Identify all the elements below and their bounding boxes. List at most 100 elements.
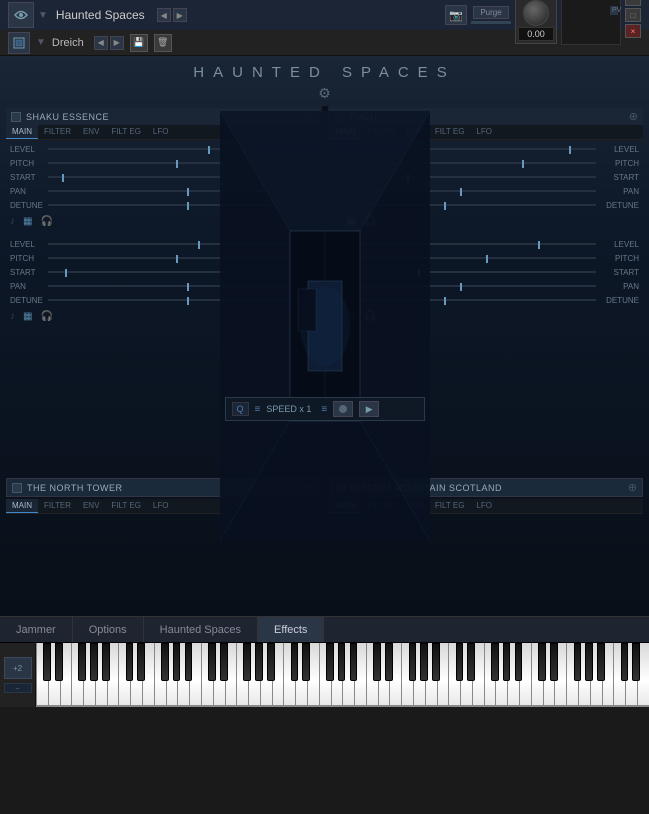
white-key[interactable] [319, 643, 331, 707]
white-key[interactable] [613, 643, 625, 707]
north-tower-tab-env[interactable]: ENV [77, 499, 105, 513]
white-key[interactable] [366, 643, 378, 707]
shaku-link[interactable]: ⊕ [305, 110, 314, 123]
ll-level-track[interactable] [48, 243, 316, 245]
fugu-tab-filteg[interactable]: FILT EG [429, 125, 471, 139]
white-key[interactable] [71, 643, 83, 707]
transport-q[interactable]: Q [232, 402, 249, 416]
white-key[interactable] [602, 643, 614, 707]
shaku-grid-icon[interactable]: ▦ [23, 216, 32, 227]
shaku-tab-main[interactable]: MAIN [6, 125, 38, 139]
logo[interactable] [8, 2, 34, 28]
lr-start-track[interactable] [334, 271, 597, 273]
white-key[interactable] [519, 643, 531, 707]
white-key[interactable] [154, 643, 166, 707]
inst-next[interactable]: ▶ [110, 36, 124, 50]
shaku-tab-filter[interactable]: FILTER [38, 125, 77, 139]
white-key[interactable] [166, 643, 178, 707]
fugu-tab-main[interactable]: MAIN [330, 125, 362, 139]
fugu-note-icon[interactable]: ♪ [334, 216, 339, 227]
white-key[interactable] [507, 643, 519, 707]
white-key[interactable] [36, 643, 48, 707]
lr-note-icon[interactable]: ♪ [334, 311, 339, 322]
white-key[interactable] [554, 643, 566, 707]
white-key[interactable] [566, 643, 578, 707]
inst-prev[interactable]: ◀ [94, 36, 108, 50]
distant-link[interactable]: ⊕ [628, 481, 637, 494]
ll-headphone-icon[interactable]: 🎧 [40, 311, 52, 322]
shaku-tab-lfo[interactable]: LFO [147, 125, 175, 139]
white-key[interactable] [83, 643, 95, 707]
distant-tab-env[interactable]: ENV [400, 499, 428, 513]
lr-grid-icon[interactable]: ▦ [347, 311, 356, 322]
ll-detune-track[interactable] [48, 299, 316, 301]
fugu-level-track[interactable] [334, 148, 597, 150]
tune-knob[interactable] [523, 0, 549, 26]
shaku-level-track[interactable] [48, 148, 316, 150]
tab-jammer[interactable]: Jammer [0, 617, 73, 642]
north-tower-tab-lfo[interactable]: LFO [147, 499, 175, 513]
white-key[interactable] [283, 643, 295, 707]
fugu-tab-filter[interactable]: FILTER [362, 125, 401, 139]
white-key[interactable] [413, 643, 425, 707]
tab-options[interactable]: Options [73, 617, 144, 642]
transport-rewind[interactable]: ≡ [321, 404, 327, 415]
white-key[interactable] [142, 643, 154, 707]
purge-btn[interactable]: Purge [473, 6, 508, 19]
lr-headphone-icon[interactable]: 🎧 [364, 311, 376, 322]
ll-grid-icon[interactable]: ▦ [23, 311, 32, 322]
white-key[interactable] [448, 643, 460, 707]
white-key[interactable] [543, 643, 555, 707]
transport-play[interactable]: ▶ [359, 401, 379, 417]
tab-effects[interactable]: Effects [258, 617, 324, 642]
fugu-pan-track[interactable] [334, 190, 597, 192]
shaku-headphone-icon[interactable]: 🎧 [40, 216, 52, 227]
shaku-start-track[interactable] [48, 176, 316, 178]
shaku-detune-track[interactable] [48, 204, 316, 206]
white-key[interactable] [107, 643, 119, 707]
white-key[interactable] [48, 643, 60, 707]
shaku-tab-env[interactable]: ENV [77, 125, 105, 139]
lr-pan-track[interactable] [334, 285, 597, 287]
white-key[interactable] [590, 643, 602, 707]
north-tower-checkbox[interactable] [12, 483, 22, 493]
fugu-tab-lfo[interactable]: LFO [470, 125, 498, 139]
white-key[interactable] [437, 643, 449, 707]
fugu-tab-env[interactable]: ENV [400, 125, 428, 139]
white-key[interactable] [484, 643, 496, 707]
shaku-note-icon[interactable]: ♪ [10, 216, 15, 227]
white-key[interactable] [401, 643, 413, 707]
next-arrow[interactable]: ▶ [173, 8, 187, 22]
white-key[interactable] [130, 643, 142, 707]
shaku-checkbox[interactable] [11, 112, 21, 122]
prev-arrow[interactable]: ◀ [157, 8, 171, 22]
white-key[interactable] [189, 643, 201, 707]
distant-tab-main[interactable]: MAIN [330, 499, 362, 513]
save-btn[interactable]: 💾 [130, 34, 148, 52]
white-key[interactable] [118, 643, 130, 707]
octave-down[interactable]: − [4, 683, 32, 693]
settings-gear[interactable]: ⚙ [0, 85, 649, 102]
maximize-btn[interactable]: □ [625, 8, 641, 22]
distant-tab-filter[interactable]: FILTER [362, 499, 401, 513]
fugu-grid-icon[interactable]: ▦ [347, 216, 356, 227]
fugu-pitch-track[interactable] [334, 162, 597, 164]
lr-pitch-track[interactable] [334, 257, 597, 259]
lr-detune-track[interactable] [334, 299, 597, 301]
minimize-btn[interactable]: − [625, 0, 641, 6]
transport-record[interactable] [333, 401, 353, 417]
shaku-pitch-track[interactable] [48, 162, 316, 164]
north-tower-tab-filteg[interactable]: FILT EG [105, 499, 147, 513]
close-btn[interactable]: × [625, 24, 641, 38]
lr-level-track[interactable] [334, 243, 597, 245]
white-key[interactable] [295, 643, 307, 707]
white-key[interactable] [378, 643, 390, 707]
white-key[interactable] [95, 643, 107, 707]
piano-keys[interactable]: (function() { const container = document… [36, 643, 649, 707]
fugu-headphone-icon[interactable]: 🎧 [364, 216, 376, 227]
shaku-pan-track[interactable] [48, 190, 316, 192]
white-key[interactable] [177, 643, 189, 707]
fugu-detune-track[interactable] [334, 204, 597, 206]
distant-tab-lfo[interactable]: LFO [470, 499, 498, 513]
white-key[interactable] [225, 643, 237, 707]
